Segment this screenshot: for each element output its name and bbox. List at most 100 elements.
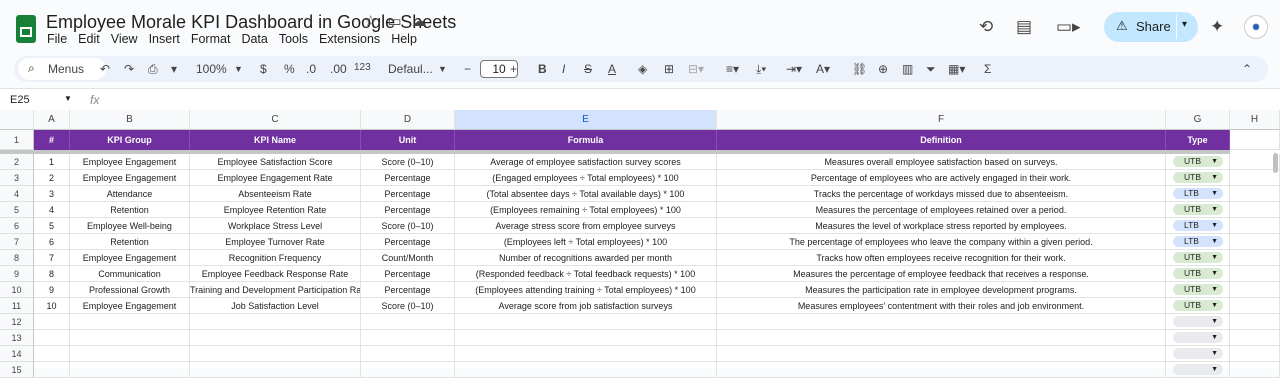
font-size-increase-icon[interactable]: + [510,62,517,76]
table-cell-name[interactable] [190,314,361,330]
row-header[interactable]: 13 [0,330,34,346]
table-cell-num[interactable]: 4 [34,202,70,218]
table-cell-num[interactable]: 5 [34,218,70,234]
type-dropdown-chip[interactable]: UTB ▼ [1173,156,1223,167]
table-cell-name[interactable]: Employee Feedback Response Rate [190,266,361,282]
header-cell-h[interactable] [1230,130,1280,150]
table-cell-group[interactable]: Employee Engagement [70,298,190,314]
row-header[interactable]: 10 [0,282,34,298]
header-cell-unit[interactable]: Unit [361,130,455,150]
column-header-c[interactable]: C [190,110,361,130]
type-dropdown-chip[interactable]: ▼ [1173,332,1223,343]
column-header-b[interactable]: B [70,110,190,130]
table-cell-h[interactable] [1230,314,1280,330]
table-cell-name[interactable] [190,362,361,378]
table-cell-unit[interactable]: Percentage [361,282,455,298]
increase-decimal-button[interactable]: .00 [330,62,347,76]
table-cell-definition[interactable]: The percentage of employees who leave th… [717,234,1166,250]
filter-views-icon[interactable]: ▦▾ [948,62,965,76]
table-cell-formula[interactable]: (Employees left ÷ Total employees) * 100 [455,234,717,250]
vertical-align-icon[interactable]: ⤓▾ [756,62,766,77]
table-cell-num[interactable] [34,362,70,378]
table-cell-name[interactable] [190,346,361,362]
vertical-scrollbar[interactable] [1273,153,1278,173]
table-cell-group[interactable] [70,346,190,362]
type-dropdown-chip[interactable]: UTB ▼ [1173,268,1223,279]
move-folder-icon[interactable]: ▭ [387,12,401,30]
table-cell-type[interactable]: UTB ▼ [1166,250,1230,266]
column-header-f[interactable]: F [717,110,1166,130]
row-header[interactable]: 11 [0,298,34,314]
table-cell-unit[interactable]: Percentage [361,170,455,186]
insert-comment-icon[interactable]: ⊕ [878,62,888,76]
row-header[interactable]: 1 [0,130,34,150]
table-cell-definition[interactable] [717,330,1166,346]
print-icon[interactable]: ⎙ [148,62,158,77]
table-cell-type[interactable]: UTB ▼ [1166,282,1230,298]
table-cell-unit[interactable]: Percentage [361,186,455,202]
table-cell-h[interactable] [1230,266,1280,282]
table-cell-h[interactable] [1230,346,1280,362]
table-cell-definition[interactable]: Percentage of employees who are actively… [717,170,1166,186]
table-cell-h[interactable] [1230,362,1280,378]
avatar[interactable]: ◉ [1244,15,1268,39]
table-cell-type[interactable]: LTB ▼ [1166,186,1230,202]
column-header-h[interactable]: H [1230,110,1280,130]
header-cell-name[interactable]: KPI Name [190,130,361,150]
font-size-decrease-icon[interactable]: − [464,62,471,76]
type-dropdown-chip[interactable]: UTB ▼ [1173,284,1223,295]
spreadsheet-grid[interactable]: A B C D E F G H 1 # KPI Group KPI Name Unit Formula De… [0,110,1280,378]
table-cell-type[interactable]: UTB ▼ [1166,298,1230,314]
video-icon[interactable]: ▭▸ [1056,17,1081,37]
font-select[interactable]: Defaul... [388,62,433,76]
name-box[interactable]: E25 [10,94,30,106]
row-header[interactable]: 2 [0,154,34,170]
table-cell-name[interactable]: Training and Development Participation R… [190,282,361,298]
sheets-logo-icon[interactable] [16,15,36,43]
insert-chart-icon[interactable]: ▥ [902,62,913,76]
type-dropdown-chip[interactable]: LTB ▼ [1173,220,1223,231]
table-cell-name[interactable] [190,330,361,346]
menu-file[interactable]: File [47,32,67,46]
table-cell-group[interactable] [70,330,190,346]
table-cell-h[interactable] [1230,218,1280,234]
table-cell-definition[interactable] [717,314,1166,330]
table-cell-formula[interactable] [455,314,717,330]
zoom-select[interactable]: 100% [196,62,227,76]
table-cell-formula[interactable]: (Employees attending training ÷ Total em… [455,282,717,298]
table-cell-h[interactable] [1230,234,1280,250]
name-box-dropdown-icon[interactable]: ▼ [64,94,72,103]
table-cell-unit[interactable]: Score (0–10) [361,298,455,314]
table-cell-formula[interactable]: Average stress score from employee surve… [455,218,717,234]
table-cell-definition[interactable]: Measures overall employee satisfaction b… [717,154,1166,170]
link-icon[interactable]: ⛓ [852,62,867,76]
row-header[interactable]: 14 [0,346,34,362]
table-cell-name[interactable]: Employee Engagement Rate [190,170,361,186]
column-header-e[interactable]: E [455,110,717,130]
row-header[interactable]: 4 [0,186,34,202]
undo-icon[interactable]: ↶ [100,62,110,76]
text-wrap-icon[interactable]: ⇥▾ [786,62,802,76]
table-cell-num[interactable]: 9 [34,282,70,298]
table-cell-group[interactable]: Employee Engagement [70,170,190,186]
header-cell-group[interactable]: KPI Group [70,130,190,150]
table-cell-group[interactable]: Employee Engagement [70,154,190,170]
table-cell-unit[interactable]: Score (0–10) [361,218,455,234]
table-cell-definition[interactable]: Tracks how often employees receive recog… [717,250,1166,266]
table-cell-num[interactable]: 1 [34,154,70,170]
table-cell-h[interactable] [1230,202,1280,218]
type-dropdown-chip[interactable]: UTB ▼ [1173,204,1223,215]
table-cell-definition[interactable]: Measures the percentage of employee feed… [717,266,1166,282]
zoom-dropdown-icon[interactable]: ▼ [234,64,243,74]
gemini-icon[interactable]: ✦ [1210,17,1224,37]
history-icon[interactable]: ⟲ [979,17,993,37]
functions-icon[interactable]: Σ [984,62,991,76]
comment-icon[interactable]: ▤ [1016,17,1032,37]
table-cell-unit[interactable]: Percentage [361,202,455,218]
type-dropdown-chip[interactable]: ▼ [1173,364,1223,375]
column-header-g[interactable]: G [1166,110,1230,130]
row-header[interactable]: 6 [0,218,34,234]
header-cell-formula[interactable]: Formula [455,130,717,150]
redo-icon[interactable]: ↷ [124,62,134,76]
star-icon[interactable]: ☆ [364,12,377,30]
